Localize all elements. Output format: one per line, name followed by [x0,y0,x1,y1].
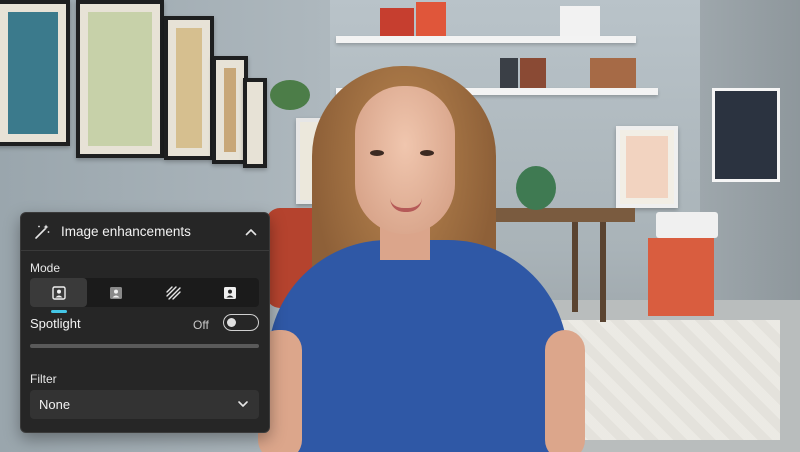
collapse-button[interactable] [239,220,263,244]
portrait-icon [51,285,66,300]
person-shirt [268,240,568,452]
background-person-icon [109,286,122,299]
printer [656,212,718,238]
toggle-knob [227,317,236,327]
filter-label: Filter [30,372,57,386]
image-enhancements-panel: Image enhancements Mode Spotlight Off Fi… [20,212,270,433]
shelf-item [590,58,636,88]
wall-art-frame [0,0,70,146]
shelf-item [560,6,600,36]
spotlight-toggle[interactable] [223,314,259,331]
mode-option-background[interactable] [87,278,144,307]
wall-art-frame [164,16,214,160]
filter-dropdown[interactable]: None [30,390,259,419]
chevron-up-icon [245,229,257,236]
wall-art-frame [243,78,267,168]
filter-value: None [39,397,71,412]
panel-header: Image enhancements [21,213,269,251]
person-eye [420,150,434,156]
blur-lines-icon [166,285,181,300]
mode-option-portrait[interactable] [30,278,88,313]
spotlight-slider[interactable] [30,344,259,348]
poster [616,126,678,208]
desk-leg [572,222,578,312]
magic-wand-icon [33,223,51,241]
mode-label: Mode [30,261,61,275]
shelf-item [520,58,546,88]
shelf-item [380,8,414,36]
mode-option-framed[interactable] [202,278,259,307]
rug [560,320,780,440]
chevron-down-icon [238,401,248,407]
panel-title: Image enhancements [61,224,191,239]
cabinet [648,238,714,316]
spotlight-label: Spotlight [30,316,81,331]
spotlight-state: Off [193,318,209,332]
plant [516,166,556,210]
framed-person-icon [224,286,237,299]
wall-art-frame [76,0,164,158]
hanging-plant [270,80,310,110]
shelf-item [500,58,518,88]
selected-indicator [50,310,67,313]
mode-option-blur[interactable] [145,278,202,307]
person-eye [370,150,384,156]
mode-selector [30,278,259,313]
person-arm [545,330,585,452]
desk-leg [600,222,606,322]
shelf-item [416,2,446,36]
poster [712,88,780,182]
shelf [336,36,636,43]
